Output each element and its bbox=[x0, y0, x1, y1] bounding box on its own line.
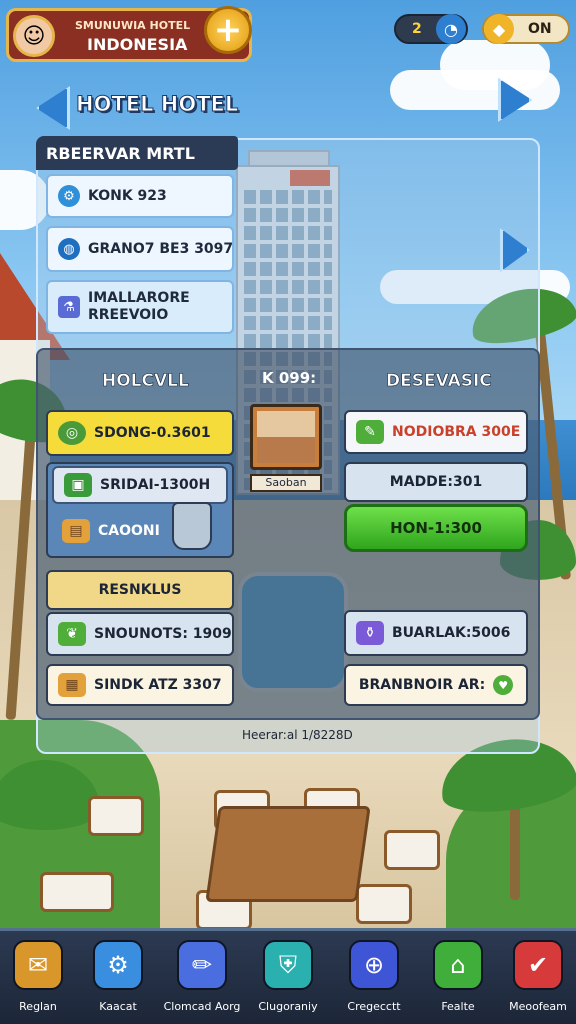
reservation-item-label: GRANO7 BE3 3097 bbox=[88, 241, 234, 257]
coin-icon: ◎ bbox=[58, 421, 86, 445]
section-header-label: RESNKLUS bbox=[98, 582, 182, 598]
reservation-header: RBEERVAR MRTL bbox=[36, 136, 238, 170]
resource-card-label: SNOUNOTS: 1909 bbox=[94, 626, 232, 642]
pencil-icon: ✏ bbox=[177, 940, 227, 990]
nav-item-fealte[interactable]: ⌂ Fealte bbox=[420, 936, 496, 1022]
nav-item-clomcad[interactable]: ✏ Clomcad Aorg bbox=[164, 936, 240, 1022]
chest-card-label: CAOONI bbox=[98, 523, 160, 539]
lounge-chair bbox=[88, 796, 144, 836]
reservation-item[interactable]: ⚗ IMALLARORE RREEVOIO bbox=[46, 280, 234, 334]
resource-card[interactable]: BRANBNOIR AR: ♥ bbox=[344, 664, 528, 706]
avatar[interactable]: ☺ bbox=[13, 15, 55, 57]
board-footer: Heerar:al 1/8228D bbox=[242, 728, 353, 742]
center-counter: K 099: bbox=[262, 369, 317, 387]
add-button[interactable]: + bbox=[204, 6, 252, 54]
gem-value: ON bbox=[528, 21, 552, 37]
resource-card[interactable]: ❦ SNOUNOTS: 1909 bbox=[46, 612, 234, 656]
crosshair-icon: ⊕ bbox=[349, 940, 399, 990]
room-thumbnail[interactable] bbox=[250, 404, 322, 470]
nav-label: Reglan bbox=[19, 1000, 57, 1013]
gem-counter[interactable]: ◆ ON bbox=[482, 14, 570, 44]
crate-icon: ▣ bbox=[64, 473, 92, 497]
cloud bbox=[440, 40, 550, 90]
gear-icon: ⚙ bbox=[93, 940, 143, 990]
supply-card-label: SRIDAI-1300H bbox=[100, 477, 211, 493]
ticket-icon: ✎ bbox=[356, 420, 384, 444]
hotel-name-line1: SMUNUWIA HOTEL bbox=[75, 19, 191, 32]
income-card-label: SDONG-0.3601 bbox=[94, 425, 211, 441]
box-icon: ▦ bbox=[58, 673, 86, 697]
resource-card[interactable]: ▦ SINDK ATZ 3307 bbox=[46, 664, 234, 706]
lounge-chair bbox=[40, 872, 114, 912]
resource-card-label: SINDK ATZ 3307 bbox=[94, 677, 222, 693]
section-header: RESNKLUS bbox=[46, 570, 234, 610]
nav-label: Meoofeam bbox=[509, 1000, 567, 1013]
status-card-label: MADDE:301 bbox=[389, 474, 483, 490]
shield-icon: ⛨ bbox=[263, 940, 313, 990]
nav-label: Cregecctt bbox=[347, 1000, 401, 1013]
income-card[interactable]: ◎ SDONG-0.3601 bbox=[46, 410, 234, 456]
confirm-button[interactable]: HON-1:300 bbox=[344, 504, 528, 552]
reservation-item[interactable]: ⚙ KONK 923 bbox=[46, 174, 234, 218]
booking-card[interactable]: ✎ NODIOBRA 300E bbox=[344, 410, 528, 454]
leaf-icon: ❦ bbox=[58, 622, 86, 646]
nav-label: Kaacat bbox=[99, 1000, 137, 1013]
booking-card-label: NODIOBRA 300E bbox=[392, 424, 521, 440]
resource-card-label: BUARLAK:5006 bbox=[392, 625, 511, 641]
hotel-name-line2: INDONESIA bbox=[87, 35, 188, 54]
supply-card[interactable]: ▣ SRIDAI-1300H bbox=[52, 466, 228, 504]
flask-icon: ⚗ bbox=[58, 296, 80, 318]
nav-label: Clugoraniy bbox=[258, 1000, 318, 1013]
gear-icon: ⚙ bbox=[58, 185, 80, 207]
nav-label: Clomcad Aorg bbox=[163, 1000, 241, 1013]
resource-card-label: BRANBNOIR AR: bbox=[358, 677, 486, 693]
clock-icon: ◔ bbox=[436, 14, 466, 44]
nav-item-kaacat[interactable]: ⚙ Kaacat bbox=[80, 936, 156, 1022]
reservation-item-label: KONK 923 bbox=[88, 188, 167, 204]
home-icon: ⌂ bbox=[433, 940, 483, 990]
chest-icon: ▤ bbox=[62, 519, 90, 543]
chest-card[interactable]: ▤ CAOONI bbox=[52, 510, 172, 552]
heart-icon: ♥ bbox=[493, 675, 514, 695]
reservation-item[interactable]: ◍ GRANO7 BE3 3097 bbox=[46, 226, 234, 272]
bottle-icon: ⚱ bbox=[356, 621, 384, 645]
reservation-item-label: IMALLARORE RREEVOIO bbox=[88, 290, 190, 323]
wooden-table bbox=[205, 806, 371, 902]
resource-card[interactable]: ⚱ BUARLAK:5006 bbox=[344, 610, 528, 656]
wooden-chair bbox=[384, 830, 440, 870]
compass-icon: ◍ bbox=[58, 238, 80, 260]
status-card: MADDE:301 bbox=[344, 462, 528, 502]
wooden-chair bbox=[356, 884, 412, 924]
currency-value: 2 bbox=[412, 21, 422, 37]
left-column-title: HOLCVLL bbox=[102, 371, 189, 392]
nav-item-meoofeam[interactable]: ✔ Meoofeam bbox=[500, 936, 576, 1022]
nav-item-clugoraniy[interactable]: ⛨ Clugoraniy bbox=[250, 936, 326, 1022]
drink-icon bbox=[172, 502, 212, 550]
currency-counter[interactable]: 2 ◔ bbox=[394, 14, 468, 44]
gem-icon: ◆ bbox=[484, 14, 514, 44]
right-column-title: DESEVASIC bbox=[386, 371, 492, 392]
room-caption: Saoban bbox=[250, 474, 322, 492]
scroll-icon: ✉ bbox=[13, 940, 63, 990]
mail-icon: ✔ bbox=[513, 940, 563, 990]
nav-item-reglan[interactable]: ✉ Reglan bbox=[0, 936, 76, 1022]
nav-item-cregecctt[interactable]: ⊕ Cregecctt bbox=[336, 936, 412, 1022]
nav-label: Fealte bbox=[441, 1000, 475, 1013]
hotel-title: HOTEL HOTEL bbox=[75, 92, 239, 117]
